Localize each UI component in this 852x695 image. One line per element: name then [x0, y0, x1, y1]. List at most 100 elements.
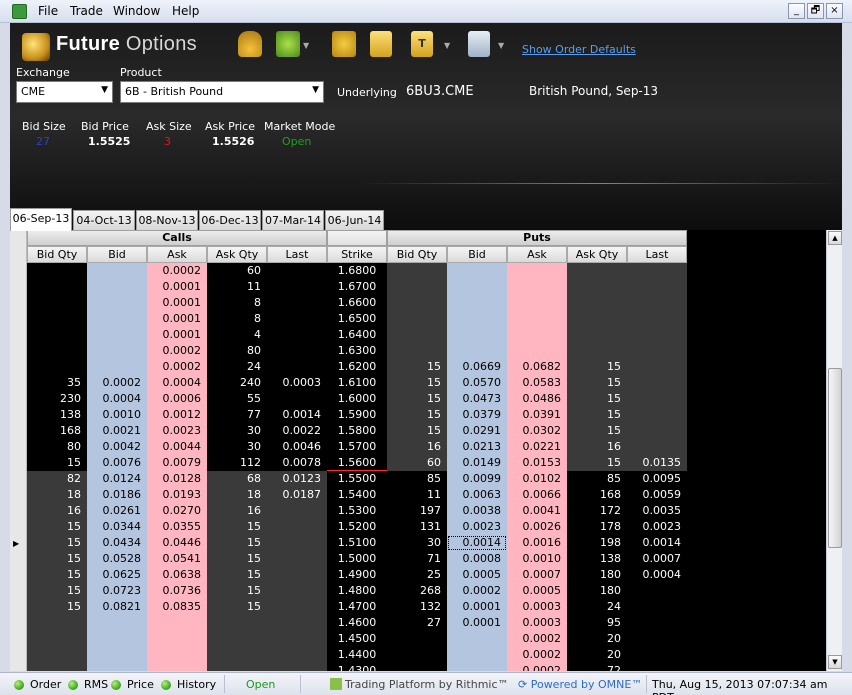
call-bid-qty-cell[interactable]: 15 — [27, 535, 87, 551]
put-ask-qty-cell[interactable]: 15 — [567, 391, 627, 407]
put-ask-cell[interactable]: 0.0002 — [507, 663, 567, 671]
put-bid-cell[interactable]: 0.0473 — [447, 391, 507, 407]
tab-06-dec-13[interactable]: 06-Dec-13 — [199, 210, 261, 231]
call-bid-qty-cell[interactable]: 15 — [27, 519, 87, 535]
put-ask-qty-cell[interactable]: 85 — [567, 471, 627, 487]
put-ask-cell[interactable]: 0.0486 — [507, 391, 567, 407]
strike-cell[interactable]: 1.5400 — [327, 487, 387, 503]
exchange-select[interactable]: CME ▼ — [16, 81, 113, 103]
put-ask-qty-cell[interactable]: 15 — [567, 423, 627, 439]
call-ask-cell[interactable]: 0.0001 — [147, 327, 207, 343]
put-bid-cell[interactable]: 0.0005 — [447, 567, 507, 583]
scroll-down-icon[interactable]: ▼ — [828, 655, 842, 669]
strike-cell[interactable]: 1.5100 — [327, 535, 387, 551]
put-ask-cell[interactable]: 0.0583 — [507, 375, 567, 391]
call-ask-cell[interactable]: 0.0355 — [147, 519, 207, 535]
put-bid-cell[interactable]: 0.0570 — [447, 375, 507, 391]
clipboard-icon[interactable] — [468, 31, 490, 57]
call-last-cell[interactable]: 0.0003 — [267, 375, 327, 391]
put-ask-cell[interactable]: 0.0005 — [507, 583, 567, 599]
minimize-button[interactable]: _ — [788, 3, 805, 19]
call-ask-qty-cell[interactable]: 4 — [207, 327, 267, 343]
put-ask-cell[interactable]: 0.0391 — [507, 407, 567, 423]
scrollbar-thumb[interactable] — [828, 368, 842, 548]
strike-cell[interactable]: 1.6700 — [327, 279, 387, 295]
strike-cell[interactable]: 1.5000 — [327, 551, 387, 567]
call-bid-qty-cell[interactable]: 138 — [27, 407, 87, 423]
put-bid-cell[interactable]: 0.0291 — [447, 423, 507, 439]
put-bid-cell[interactable]: 0.0213 — [447, 439, 507, 455]
call-bid-cell[interactable]: 0.0124 — [87, 471, 147, 487]
call-ask-qty-cell[interactable]: 18 — [207, 487, 267, 503]
call-bid-qty-header[interactable]: Bid Qty — [27, 246, 87, 263]
strike-cell[interactable]: 1.6300 — [327, 343, 387, 359]
strike-cell[interactable]: 1.5300 — [327, 503, 387, 519]
call-bid-cell[interactable]: 0.0010 — [87, 407, 147, 423]
put-bid-cell[interactable]: 0.0001 — [447, 615, 507, 631]
put-ask-cell[interactable]: 0.0102 — [507, 471, 567, 487]
call-bid-qty-cell[interactable]: 15 — [27, 567, 87, 583]
call-ask-qty-cell[interactable]: 11 — [207, 279, 267, 295]
call-last-header[interactable]: Last — [267, 246, 327, 263]
call-bid-cell[interactable]: 0.0625 — [87, 567, 147, 583]
strike-cell[interactable]: 1.4900 — [327, 567, 387, 583]
put-bid-qty-cell[interactable]: 16 — [387, 439, 447, 455]
put-ask-cell[interactable]: 0.0007 — [507, 567, 567, 583]
call-ask-cell[interactable]: 0.0044 — [147, 439, 207, 455]
put-ask-qty-cell[interactable]: 72 — [567, 663, 627, 671]
put-bid-cell[interactable]: 0.0014 — [447, 535, 507, 551]
tab-07-mar-14[interactable]: 07-Mar-14 — [262, 210, 324, 231]
strike-cell[interactable]: 1.5900 — [327, 407, 387, 423]
call-ask-qty-cell[interactable]: 15 — [207, 599, 267, 615]
call-ask-qty-cell[interactable]: 60 — [207, 263, 267, 279]
close-button[interactable]: × — [826, 3, 843, 19]
call-bid-qty-cell[interactable]: 35 — [27, 375, 87, 391]
put-ask-qty-cell[interactable]: 16 — [567, 439, 627, 455]
call-ask-qty-header[interactable]: Ask Qty — [207, 246, 267, 263]
strike-cell[interactable]: 1.6400 — [327, 327, 387, 343]
put-bid-cell[interactable]: 0.0063 — [447, 487, 507, 503]
call-bid-qty-cell[interactable]: 168 — [27, 423, 87, 439]
call-ask-cell[interactable]: 0.0002 — [147, 343, 207, 359]
call-ask-qty-cell[interactable]: 15 — [207, 551, 267, 567]
put-ask-qty-header[interactable]: Ask Qty — [567, 246, 627, 263]
link-icon[interactable] — [276, 31, 300, 57]
call-bid-cell[interactable]: 0.0528 — [87, 551, 147, 567]
call-bid-header[interactable]: Bid — [87, 246, 147, 263]
product-select[interactable]: 6B - British Pound ▼ — [120, 81, 324, 103]
put-ask-qty-cell[interactable]: 172 — [567, 503, 627, 519]
call-ask-cell[interactable]: 0.0541 — [147, 551, 207, 567]
call-ask-qty-cell[interactable]: 55 — [207, 391, 267, 407]
put-last-cell[interactable]: 0.0007 — [627, 551, 687, 567]
call-last-cell[interactable]: 0.0123 — [267, 471, 327, 487]
put-last-header[interactable]: Last — [627, 246, 687, 263]
put-bid-qty-cell[interactable]: 131 — [387, 519, 447, 535]
put-last-cell[interactable]: 0.0135 — [627, 455, 687, 471]
strike-cell[interactable]: 1.4600 — [327, 615, 387, 631]
put-ask-cell[interactable]: 0.0221 — [507, 439, 567, 455]
chevron-down-icon[interactable]: ▼ — [498, 41, 504, 50]
call-ask-cell[interactable]: 0.0193 — [147, 487, 207, 503]
put-bid-cell[interactable]: 0.0379 — [447, 407, 507, 423]
put-ask-qty-cell[interactable]: 168 — [567, 487, 627, 503]
ticket-icon[interactable]: T — [411, 31, 433, 57]
put-ask-cell[interactable]: 0.0016 — [507, 535, 567, 551]
call-ask-qty-cell[interactable]: 8 — [207, 295, 267, 311]
call-bid-qty-cell[interactable]: 82 — [27, 471, 87, 487]
strike-cell[interactable]: 1.5700 — [327, 439, 387, 455]
call-bid-qty-cell[interactable]: 15 — [27, 583, 87, 599]
put-ask-cell[interactable]: 0.0003 — [507, 615, 567, 631]
strike-cell[interactable]: 1.6100 — [327, 375, 387, 391]
put-ask-qty-cell[interactable]: 198 — [567, 535, 627, 551]
put-bid-cell[interactable]: 0.0001 — [447, 599, 507, 615]
vertical-scrollbar[interactable]: ▲ ▼ — [826, 230, 842, 671]
tab-04-oct-13[interactable]: 04-Oct-13 — [73, 210, 135, 231]
call-bid-cell[interactable]: 0.0434 — [87, 535, 147, 551]
put-bid-cell[interactable]: 0.0149 — [447, 455, 507, 471]
put-bid-qty-cell[interactable]: 60 — [387, 455, 447, 471]
put-bid-qty-cell[interactable]: 71 — [387, 551, 447, 567]
put-ask-cell[interactable]: 0.0002 — [507, 647, 567, 663]
call-bid-cell[interactable]: 0.0004 — [87, 391, 147, 407]
strike-cell[interactable]: 1.5800 — [327, 423, 387, 439]
call-bid-qty-cell[interactable]: 15 — [27, 551, 87, 567]
